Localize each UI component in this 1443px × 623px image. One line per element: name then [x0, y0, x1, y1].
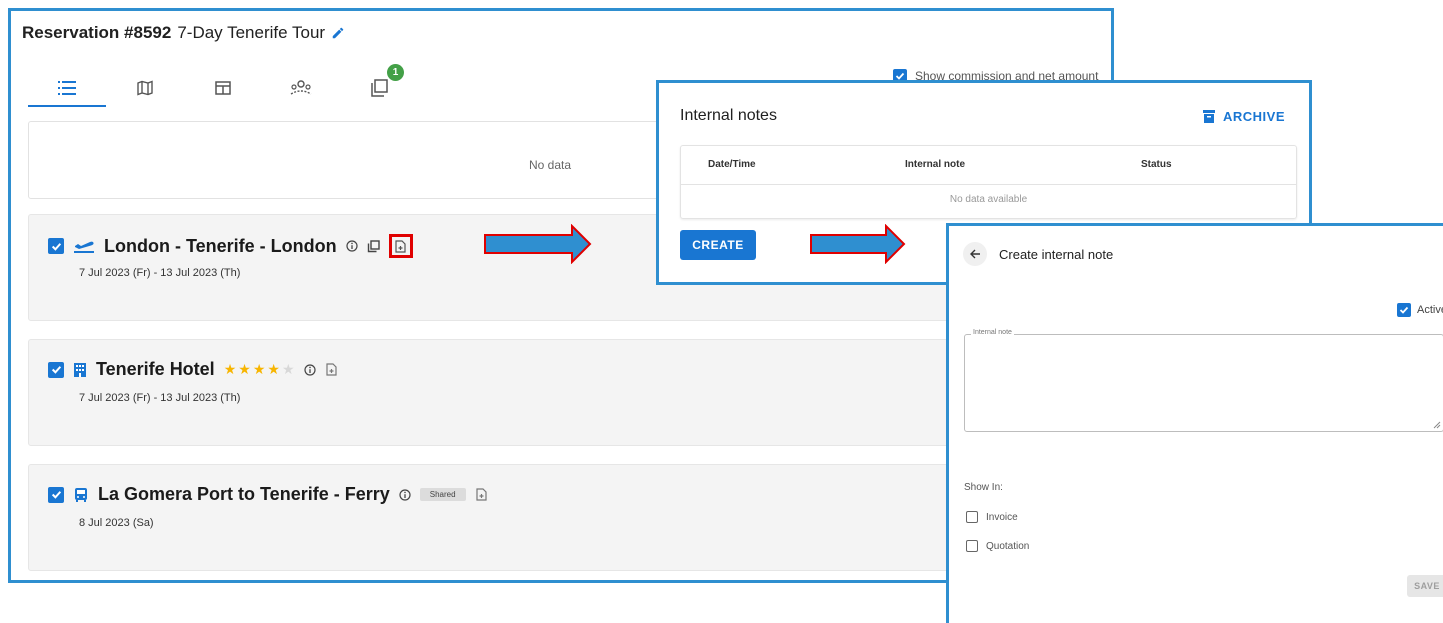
save-button[interactable]: SAVE [1407, 575, 1443, 597]
star-empty-icon: ★ [281, 361, 295, 377]
notes-title: Internal notes [680, 107, 777, 124]
create-note-header: Create internal note [963, 242, 1113, 266]
divider [681, 184, 1296, 185]
item-checkbox[interactable] [48, 361, 64, 378]
star-icon: ★ [252, 361, 266, 377]
active-toggle[interactable]: Active [1397, 303, 1443, 317]
map-icon [137, 80, 153, 96]
edit-pencil-icon[interactable] [331, 26, 345, 40]
archive-icon [1202, 110, 1215, 123]
reservation-number: Reservation #8592 [22, 23, 172, 42]
reservation-tabs: 1 [28, 64, 418, 107]
column-header[interactable]: Status [1141, 159, 1172, 170]
list-icon [58, 81, 76, 95]
item-dates: 7 Jul 2023 (Fr) - 13 Jul 2023 (Th) [79, 267, 241, 279]
item-dates: 8 Jul 2023 (Sa) [79, 517, 154, 529]
checkbox-unchecked-icon[interactable] [966, 540, 978, 552]
back-button[interactable] [963, 242, 987, 266]
tab-map[interactable] [106, 69, 184, 107]
shared-tag: Shared [419, 488, 466, 501]
info-icon[interactable] [399, 488, 411, 501]
group-icon [290, 80, 312, 95]
option-label: Quotation [986, 540, 1030, 552]
notes-table: Date/Time Internal note Status No data a… [680, 145, 1297, 219]
checkbox-checked-icon[interactable] [1397, 303, 1411, 317]
arrow-left-icon [970, 249, 980, 259]
item-title[interactable]: Tenerife Hotel [96, 359, 215, 380]
archive-label: ARCHIVE [1222, 109, 1285, 124]
create-note-title: Create internal note [999, 246, 1114, 262]
bus-icon [75, 487, 87, 502]
star-icon: ★ [238, 361, 251, 377]
info-icon[interactable] [346, 240, 358, 252]
item-checkbox[interactable] [48, 486, 64, 503]
checkbox-unchecked-icon[interactable] [966, 511, 978, 523]
item-checkbox[interactable] [48, 238, 64, 254]
flow-arrow-icon [484, 224, 592, 264]
reservation-title: Reservation #8592 7-Day Tenerife Tour [22, 23, 345, 43]
documents-count-badge: 1 [387, 64, 404, 81]
flow-arrow-icon [810, 224, 906, 264]
tour-name: 7-Day Tenerife Tour [177, 23, 326, 42]
create-note-panel: Create internal note Active Internal not… [946, 223, 1443, 623]
copy-documents-icon [371, 79, 388, 97]
column-header[interactable]: Internal note [905, 159, 965, 170]
resize-handle-icon[interactable] [1433, 421, 1441, 429]
add-note-highlight[interactable] [388, 234, 413, 258]
option-label: Invoice [986, 511, 1018, 523]
flight-takeoff-icon [74, 241, 94, 253]
tab-table[interactable] [184, 69, 262, 107]
archive-button[interactable]: ARCHIVE [1202, 109, 1285, 124]
create-note-button[interactable]: CREATE [680, 230, 756, 260]
tab-documents[interactable]: 1 [340, 64, 418, 107]
star-icon: ★ [223, 361, 237, 377]
item-dates: 7 Jul 2023 (Fr) - 13 Jul 2023 (Th) [79, 392, 241, 404]
star-icon: ★ [267, 361, 280, 377]
copy-icon[interactable] [367, 239, 380, 253]
item-title[interactable]: La Gomera Port to Tenerife - Ferry [98, 484, 390, 505]
add-note-icon[interactable] [325, 363, 338, 376]
show-in-label: Show In: [964, 482, 1003, 493]
hotel-star-rating: ★ ★ ★ ★ ★ [224, 361, 295, 378]
internal-note-label: Internal note [971, 329, 1014, 336]
internal-note-field[interactable]: Internal note [964, 329, 1443, 432]
column-header[interactable]: Date/Time [708, 159, 756, 170]
no-data-text: No data [529, 158, 572, 172]
tab-list[interactable] [28, 69, 106, 107]
table-icon [215, 81, 231, 95]
tab-group[interactable] [262, 69, 340, 107]
info-icon[interactable] [303, 363, 316, 376]
hotel-icon [74, 362, 86, 377]
active-label: Active [1417, 304, 1443, 316]
add-note-icon [395, 239, 406, 253]
quotation-option[interactable]: Quotation [966, 540, 1029, 552]
item-title[interactable]: London - Tenerife - London [104, 236, 337, 257]
add-note-icon[interactable] [475, 488, 488, 501]
empty-table-text: No data available [949, 194, 1028, 205]
invoice-option[interactable]: Invoice [966, 511, 1018, 523]
